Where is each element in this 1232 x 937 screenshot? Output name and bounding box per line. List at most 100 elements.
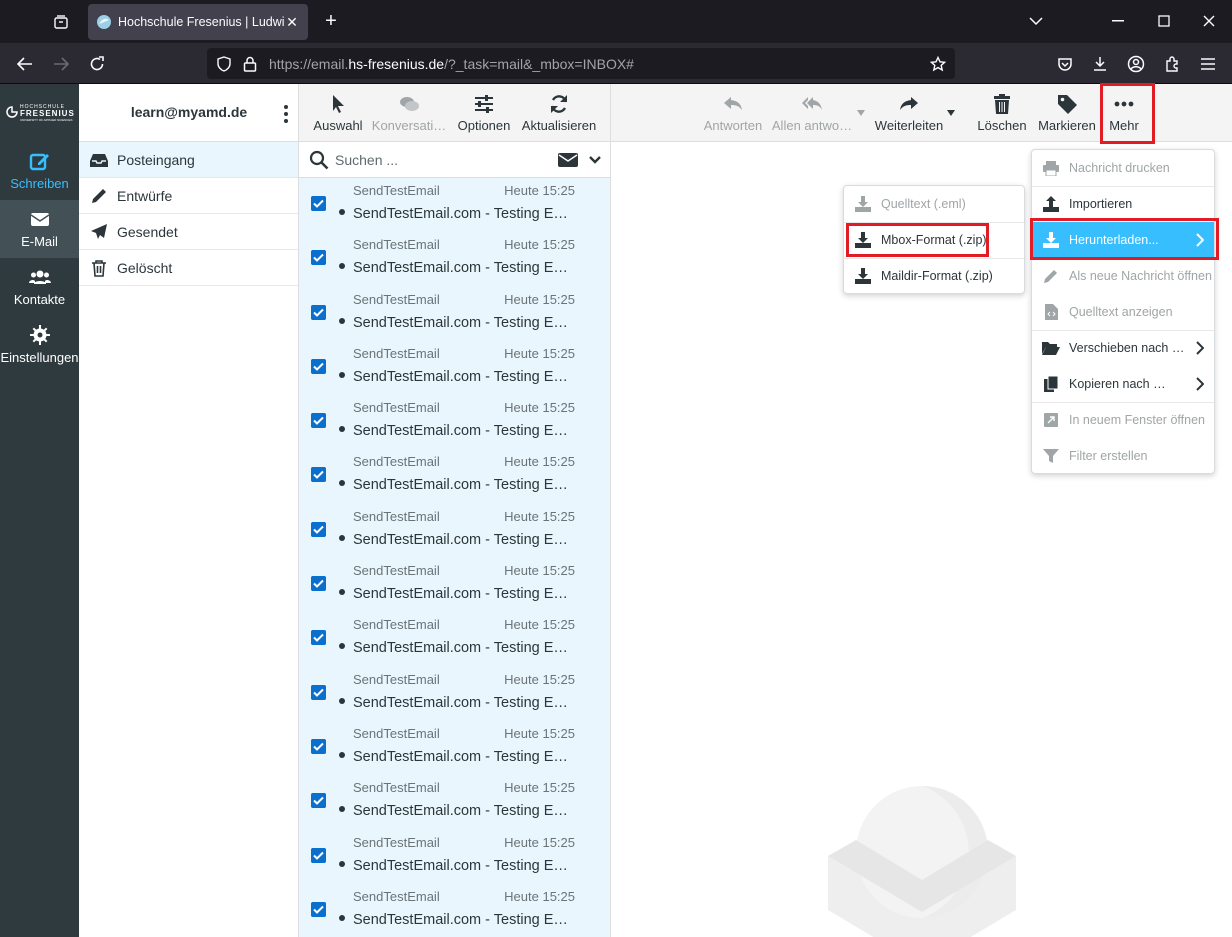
submenu-eml[interactable]: Quelltext (.eml) [844,186,1024,222]
unread-dot-icon [339,806,345,813]
submenu-maildir[interactable]: Maildir-Format (.zip) [844,258,1024,294]
message-sender: SendTestEmail [353,400,440,416]
reload-icon[interactable] [85,52,109,76]
new-tab-icon[interactable]: + [320,11,342,31]
menu-move-to[interactable]: Verschieben nach … [1032,330,1214,366]
forward-icon[interactable] [49,52,73,76]
back-icon[interactable] [13,52,37,76]
nav-mail-label: E-Mail [21,234,58,249]
url-path: /?_task=mail&_mbox=INBOX# [444,56,634,72]
refresh-button[interactable]: Aktualisieren [519,84,599,142]
message-row[interactable]: SendTestEmail Heute 15:25 SendTestEmail.co… [299,775,610,830]
checkbox-checked[interactable] [311,576,326,592]
menu-open-as-new[interactable]: Als neue Nachricht öffnen [1032,258,1214,294]
minimize-icon[interactable] [1106,10,1130,32]
forward-button[interactable]: Weiterleiten [873,84,945,142]
search-input[interactable]: Suchen ... [335,152,398,168]
menu-view-source[interactable]: Quelltext anzeigen [1032,294,1214,330]
folder-trash[interactable]: Gelöscht [79,250,298,286]
nav-settings[interactable]: Einstellungen [0,316,79,374]
printer-icon [1042,160,1060,176]
message-row[interactable]: SendTestEmail Heute 15:25 SendTestEmail.co… [299,449,610,504]
message-sender: SendTestEmail [353,237,440,253]
checkbox-checked[interactable] [311,196,326,211]
checkbox-checked[interactable] [311,521,326,537]
menu-open-new-window[interactable]: In neuem Fenster öffnen [1032,402,1214,438]
highlight-more-button [1100,83,1155,144]
message-time: Heute 15:25 [504,834,575,850]
delete-button[interactable]: Löschen [973,84,1031,142]
checkbox-checked[interactable] [311,793,326,809]
envelope-filter-icon[interactable] [558,152,578,168]
url-bar[interactable]: https://email.hs-fresenius.de/?_task=mai… [207,48,955,79]
folder-inbox[interactable]: Posteingang [79,142,298,178]
message-row[interactable]: SendTestEmail Heute 15:25 SendTestEmail.co… [299,178,610,233]
message-row[interactable]: SendTestEmail Heute 15:25 SendTestEmail.co… [299,883,610,937]
checkbox-checked[interactable] [311,901,326,917]
checkbox-checked[interactable] [311,738,326,754]
browser-tab-active[interactable]: Hochschule Fresenius | Ludwig ✕ [88,4,308,40]
pocket-icon[interactable] [1053,52,1077,76]
message-row[interactable]: SendTestEmail Heute 15:25 SendTestEmail.co… [299,286,610,341]
tab-list-icon[interactable] [50,11,72,33]
message-row[interactable]: SendTestEmail Heute 15:25 SendTestEmail.co… [299,395,610,450]
checkbox-checked[interactable] [311,358,326,374]
kebab-menu-icon[interactable] [282,104,290,124]
folder-sent[interactable]: Gesendet [79,214,298,250]
message-row[interactable]: SendTestEmail Heute 15:25 SendTestEmail.co… [299,340,610,396]
downloads-icon[interactable] [1088,52,1112,76]
unread-dot-icon [339,480,345,487]
menu-print[interactable]: Nachricht drucken [1032,150,1214,186]
reply-all-button[interactable]: Allen antwo… [771,84,853,142]
tab-close-icon[interactable]: ✕ [284,14,300,31]
menu-icon[interactable] [1196,52,1220,76]
search-icon[interactable] [309,150,329,170]
list-all-tabs-chevron-icon[interactable] [1024,10,1048,32]
close-window-icon[interactable] [1197,10,1221,32]
message-row[interactable]: SendTestEmail Heute 15:25 SendTestEmail.co… [299,829,610,884]
threads-button[interactable]: Konversati… [371,84,447,142]
message-row[interactable]: SendTestEmail Heute 15:25 SendTestEmail.co… [299,558,610,613]
message-row[interactable]: SendTestEmail Heute 15:25 SendTestEmail.co… [299,666,610,721]
message-row[interactable]: SendTestEmail Heute 15:25 SendTestEmail.co… [299,503,610,559]
edit-pencil-icon [1042,268,1060,284]
maximize-icon[interactable] [1152,10,1176,32]
nav-contacts[interactable]: Kontakte [0,258,79,316]
nav-compose[interactable]: Schreiben [0,142,79,200]
checkbox-checked[interactable] [311,684,326,700]
unread-dot-icon [339,697,345,704]
options-button[interactable]: Optionen [455,84,513,142]
tracking-shield-icon[interactable] [215,55,233,73]
checkbox-checked[interactable] [311,413,326,429]
menu-view-source-label: Quelltext anzeigen [1069,305,1173,319]
bookmark-star-icon[interactable] [929,55,947,73]
message-time: Heute 15:25 [504,400,575,416]
folder-drafts[interactable]: Entwürfe [79,178,298,214]
checkbox-checked[interactable] [311,250,326,266]
reply-button[interactable]: Antworten [701,84,765,142]
menu-create-filter[interactable]: Filter erstellen [1032,438,1214,474]
reply-all-dropdown-icon[interactable] [857,110,865,116]
menu-copy-to[interactable]: Kopieren nach … [1032,366,1214,402]
message-row[interactable]: SendTestEmail Heute 15:25 SendTestEmail.co… [299,720,610,776]
checkbox-checked[interactable] [311,630,326,646]
message-time: Heute 15:25 [504,183,575,198]
account-icon[interactable] [1124,52,1148,76]
message-sender: SendTestEmail [353,183,440,198]
unread-dot-icon [339,426,345,433]
lock-icon[interactable] [241,55,259,73]
checkbox-checked[interactable] [311,467,326,483]
forward-dropdown-icon[interactable] [947,110,955,116]
checkbox-checked[interactable] [311,304,326,320]
url-text[interactable]: https://email.hs-fresenius.de/?_task=mai… [269,56,634,72]
message-subject: SendTestEmail.com - Testing Email ID [353,748,577,765]
mark-button[interactable]: Markieren [1035,84,1099,142]
menu-import[interactable]: Importieren [1032,186,1214,222]
extensions-icon[interactable] [1160,52,1184,76]
checkbox-checked[interactable] [311,847,326,863]
message-row[interactable]: SendTestEmail Heute 15:25 SendTestEmail.co… [299,612,610,667]
nav-mail[interactable]: E-Mail [0,200,79,258]
chevron-down-icon[interactable] [588,152,602,168]
select-button[interactable]: Auswahl [309,84,367,142]
message-row[interactable]: SendTestEmail Heute 15:25 SendTestEmail.co… [299,232,610,287]
